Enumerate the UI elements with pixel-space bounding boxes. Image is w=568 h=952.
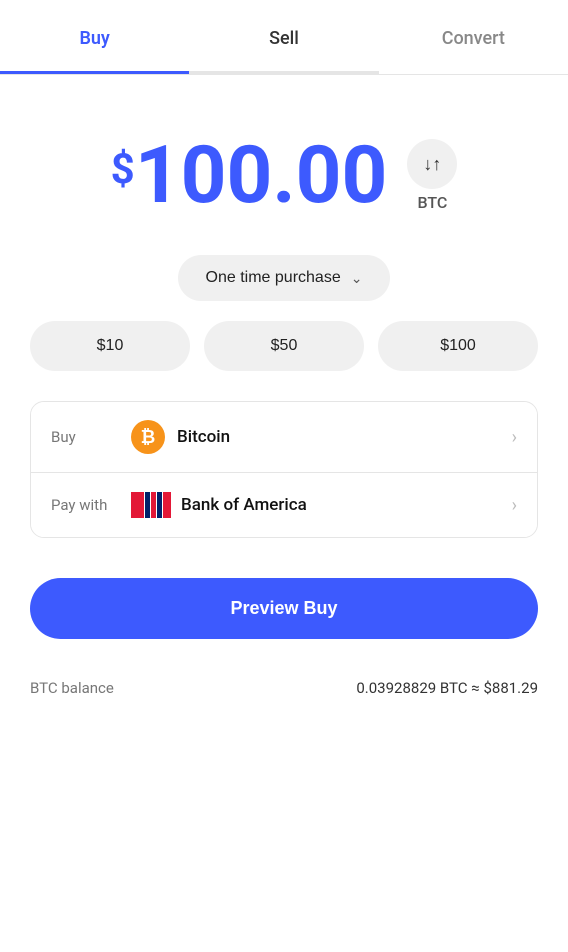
buy-asset-row[interactable]: Buy ₿ Bitcoin › [31,402,537,473]
tab-convert[interactable]: Convert [379,0,568,74]
purchase-type-label: One time purchase [206,269,341,287]
amount-display: $ 100.00 [111,135,388,215]
toggle-arrows-icon: ↓↑ [423,155,441,173]
chevron-right-icon: › [512,427,517,448]
balance-label: BTC balance [30,679,114,697]
amount-row: $ 100.00 ↓↑ BTC [111,135,458,215]
toggle-wrapper: ↓↑ BTC [407,139,457,212]
tab-bar: Buy Sell Convert [0,0,568,75]
purchase-type-button[interactable]: One time purchase ⌄ [178,255,391,301]
pay-with-label: Pay with [51,496,131,514]
purchase-section: One time purchase ⌄ [0,255,568,321]
pay-with-row[interactable]: Pay with Bank of America › [31,473,537,537]
quick-amounts: $10 $50 $100 [0,321,568,391]
balance-value: 0.03928829 BTC ≈ $881.29 [356,679,538,697]
chevron-right-pay-icon: › [512,495,517,516]
bank-of-america-icon [131,491,171,519]
amount-section: $ 100.00 ↓↑ BTC [0,75,568,255]
amount-value: 100.00 [135,135,388,215]
currency-toggle-button[interactable]: ↓↑ [407,139,457,189]
currency-symbol: $ [111,145,135,194]
selection-card: Buy ₿ Bitcoin › Pay with Bank of America… [30,401,538,538]
bank-name: Bank of America [181,495,512,515]
tab-buy[interactable]: Buy [0,0,189,74]
toggle-currency-label: BTC [417,193,447,212]
preview-buy-button[interactable]: Preview Buy [30,578,538,639]
quick-amount-100[interactable]: $100 [378,321,538,371]
quick-amount-50[interactable]: $50 [204,321,364,371]
asset-name: Bitcoin [177,427,512,447]
balance-row: BTC balance 0.03928829 BTC ≈ $881.29 [0,663,568,713]
tab-sell[interactable]: Sell [189,0,378,74]
chevron-down-icon: ⌄ [351,270,363,287]
quick-amount-10[interactable]: $10 [30,321,190,371]
buy-label: Buy [51,428,131,446]
bitcoin-icon: ₿ [131,420,165,454]
